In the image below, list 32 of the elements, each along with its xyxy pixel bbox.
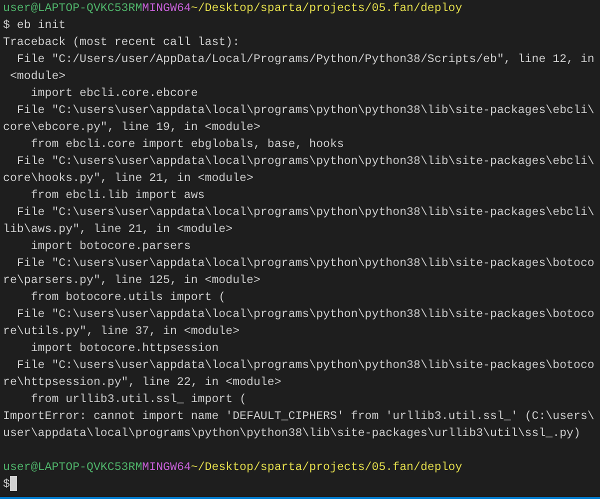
output-line: Traceback (most recent call last): (3, 36, 240, 49)
output-line: core\ebcore.py", line 19, in <module> (3, 121, 260, 134)
output-line: re\httpsession.py", line 22, in <module> (3, 376, 282, 389)
prompt-shell: MINGW64 (142, 461, 191, 474)
output-line: re\parsers.py", line 125, in <module> (3, 274, 260, 287)
output-line: import botocore.httpsession (30, 342, 219, 355)
output-line: from ebcli.lib import aws (30, 189, 205, 202)
prompt-path: ~/Desktop/sparta/projects/05.fan/deploy (190, 461, 462, 474)
prompt-symbol: $ (3, 478, 10, 491)
output-line: from botocore.utils import ( (30, 291, 226, 304)
output-line: File "C:\users\user\appdata\local\programs\python\python38\lib\site-packages\ebcli\ (16, 206, 594, 219)
output-line: from urllib3.util.ssl_ import ( (30, 393, 247, 406)
output-line: user\appdata\local\programs\python\python38\lib\site-packages\urllib3\util\ssl_.py) (3, 427, 580, 440)
output-line: from ebcli.core import ebglobals, base, hooks (30, 138, 344, 151)
output-line: File "C:\users\user\appdata\local\programs\python\python38\lib\site-packages\botoco (16, 359, 594, 372)
command-line: $ eb init (3, 19, 66, 32)
prompt-user-host: user@LAPTOP-QVKC53RM (3, 2, 142, 15)
output-line: File "C:\users\user\appdata\local\programs\python\python38\lib\site-packages\botoco (16, 257, 594, 270)
output-line: lib\aws.py", line 21, in <module> (3, 223, 233, 236)
prompt-user-host: user@LAPTOP-QVKC53RM (3, 461, 142, 474)
output-line: <module> (8, 70, 66, 83)
output-line: File "C:\users\user\appdata\local\programs\python\python38\lib\site-packages\ebcli\ (16, 104, 594, 117)
output-line: core\hooks.py", line 21, in <module> (3, 172, 254, 185)
output-line: File "C:/Users/user/AppData/Local/Programs/Python/Python38/Scripts/eb", line 12, in (16, 53, 594, 66)
output-line: File "C:\users\user\appdata\local\programs\python\python38\lib\site-packages\botoco (16, 308, 594, 321)
output-line: re\utils.py", line 37, in <module> (3, 325, 240, 338)
output-line: import ebcli.core.ebcore (30, 87, 198, 100)
prompt-path: ~/Desktop/sparta/projects/05.fan/deploy (190, 2, 462, 15)
output-line: File "C:\users\user\appdata\local\programs\python\python38\lib\site-packages\ebcli\ (16, 155, 594, 168)
prompt-shell: MINGW64 (142, 2, 191, 15)
output-line: import botocore.parsers (30, 240, 191, 253)
output-line: ImportError: cannot import name 'DEFAULT_CIPHERS' from 'urllib3.util.ssl_' (C:\users\ (3, 410, 594, 423)
